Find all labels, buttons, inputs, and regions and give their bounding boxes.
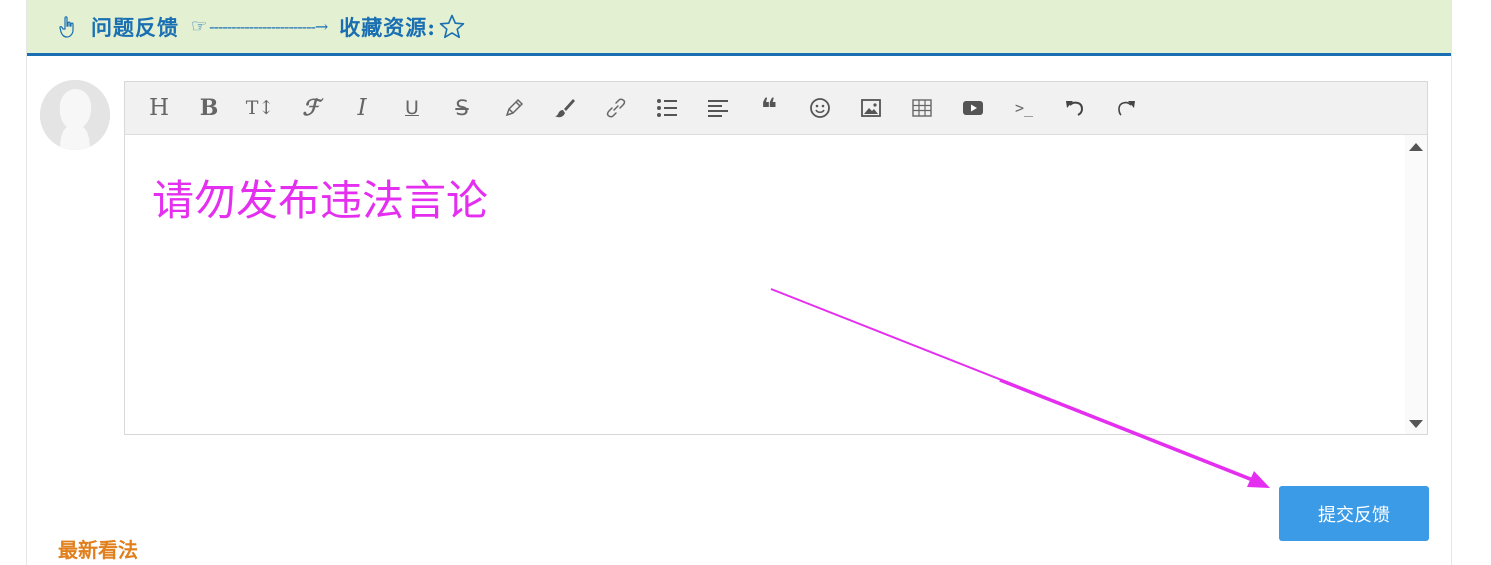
latest-opinions-heading: 最新看法 <box>58 538 138 562</box>
font-size-icon[interactable]: T↕ <box>245 93 275 123</box>
video-icon[interactable] <box>958 93 988 123</box>
undo-icon[interactable] <box>1060 93 1090 123</box>
align-icon[interactable] <box>703 93 733 123</box>
favorite-label: 收藏资源: <box>339 14 437 40</box>
pen-icon[interactable] <box>499 93 529 123</box>
quote-icon[interactable]: ❝ <box>754 92 784 125</box>
emoji-icon[interactable] <box>805 93 835 123</box>
editor-placeholder-text: 请勿发布违法言论 <box>152 176 489 225</box>
header-title: 问题反馈 <box>91 14 179 40</box>
feedback-editor: H B T↕ ℱ I U S ❝ >_ 请勿发布违法言论 <box>124 81 1428 435</box>
underline-icon[interactable]: U <box>397 93 427 123</box>
editor-scrollbar[interactable] <box>1405 135 1427 434</box>
brush-icon[interactable] <box>550 93 580 123</box>
redo-icon[interactable] <box>1111 93 1141 123</box>
feedback-panel: 问题反馈 ☞ ------------------------→ 收藏资源: H… <box>26 0 1452 565</box>
image-icon[interactable] <box>856 93 886 123</box>
bold-icon[interactable]: B <box>194 93 224 123</box>
avatar <box>40 80 110 150</box>
pointing-hand-icon: ☞ <box>191 16 208 37</box>
default-avatar-icon <box>40 80 110 150</box>
link-icon[interactable] <box>601 93 631 123</box>
bulleted-list-icon[interactable] <box>652 93 682 123</box>
editor-toolbar: H B T↕ ℱ I U S ❝ >_ <box>125 82 1427 135</box>
italic-icon[interactable]: I <box>347 93 377 123</box>
scroll-down-arrow-icon[interactable] <box>1409 420 1423 428</box>
code-icon[interactable]: >_ <box>1009 93 1039 123</box>
editor-content[interactable]: 请勿发布违法言论 <box>125 135 1405 434</box>
star-icon[interactable] <box>438 13 466 41</box>
strikethrough-icon[interactable]: S <box>447 93 477 123</box>
dashed-arrow: ------------------------→ <box>209 17 328 36</box>
submit-feedback-button[interactable]: 提交反馈 <box>1279 486 1429 541</box>
feedback-header: 问题反馈 ☞ ------------------------→ 收藏资源: <box>27 0 1451 56</box>
scroll-up-arrow-icon[interactable] <box>1409 143 1423 151</box>
table-icon[interactable] <box>907 93 937 123</box>
heading-icon[interactable]: H <box>144 93 174 123</box>
hand-pointing-icon <box>59 15 74 38</box>
font-family-icon[interactable]: ℱ <box>296 93 326 123</box>
